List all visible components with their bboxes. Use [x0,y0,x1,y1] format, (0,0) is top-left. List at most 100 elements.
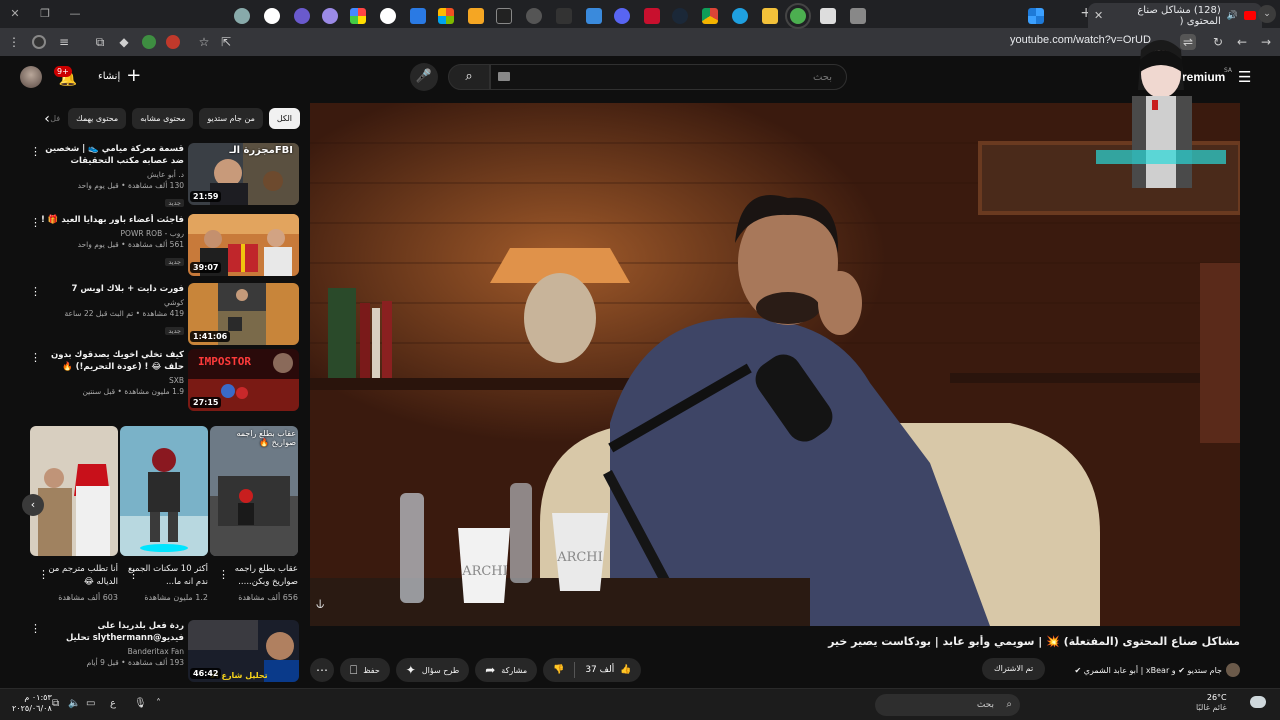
forward-arrow-icon[interactable]: ← [1234,34,1250,50]
close-window-icon[interactable]: ✕ [6,5,24,23]
taskbar-app-icon[interactable] [586,8,602,24]
chip-partial[interactable]: فل [48,108,62,129]
media-control-icon[interactable]: ≡ [56,34,72,50]
chip-for-you[interactable]: محتوى يهمك [68,108,127,129]
video-title[interactable]: فاجئت أعضاء باور بهدايا العيد 🎁 ! [40,214,184,226]
browser-tab-youtube[interactable]: 🔊 (128) مشاكل صناع المحتوى ( ✕ [1088,3,1262,28]
channel-avatar[interactable] [1226,663,1240,677]
mic-tray-icon[interactable]: 🎙 [134,698,147,709]
taskbar-app-icon[interactable] [294,8,310,24]
like-button[interactable]: 37 ألف 👍 [575,658,641,682]
subscribed-button[interactable]: تم الاشتراك [982,658,1046,680]
weather-widget[interactable]: 26°C غائم غالبًا [1196,693,1227,713]
more-options-icon[interactable]: ⋮ [218,568,229,581]
restore-window-icon[interactable]: ❐ [36,5,54,23]
short-thumbnail[interactable]: عقاب بطلع راجمه صواريخ 🔥 [210,426,298,556]
user-avatar[interactable] [20,66,42,88]
more-options-icon[interactable]: ⋮ [30,285,41,298]
taskbar-app-icon[interactable] [526,8,542,24]
video-thumbnail[interactable]: IMPOSTOR 27:15 [188,349,299,411]
video-title[interactable]: قسمة معركة ميامي 👟 | شخصين ضد عصابه مكتب… [40,143,184,167]
channel-name[interactable]: Banderitax Fan [40,647,184,656]
taskbar-epic-games-icon[interactable] [496,8,512,24]
taskbar-taskview-icon[interactable] [850,8,866,24]
channel-name[interactable]: روب - POWR ROB [40,229,184,238]
video-title[interactable]: كيف تخلي اخويك يصدقوك بدون حلف 😂 ! (عودة… [40,349,184,373]
search-input[interactable] [491,65,846,90]
recommendation-item[interactable]: 39:07 ⋮ فاجئت أعضاء باور بهدايا العيد 🎁 … [14,214,304,280]
search-button[interactable]: ⌕ [448,64,490,90]
more-options-icon[interactable]: ⋮ [30,216,41,229]
extension-icon[interactable] [32,35,46,49]
voice-search-mic-icon[interactable]: 🎤 [410,63,438,91]
create-button[interactable]: إنشاء + [98,67,141,85]
ask-button[interactable]: ✦ طرح سؤال [395,658,470,682]
more-options-icon[interactable]: ⋮ [30,622,41,635]
video-thumbnail[interactable]: تحليل شارع الا 46:42 [188,620,299,682]
channel-name[interactable]: SXB [40,376,184,385]
chip-from-channel[interactable]: من جام ستديو [199,108,263,129]
taskbar-store-icon[interactable] [820,8,836,24]
video-thumbnail[interactable]: 39:07 [188,214,299,276]
taskbar-edge-icon[interactable] [732,8,748,24]
tab-search-icon[interactable]: ⌄ [1258,5,1276,23]
browser-menu-icon[interactable]: ⋮ [6,34,22,50]
more-options-icon[interactable]: ⋮ [128,568,139,581]
taskbar-app-icon[interactable] [322,8,338,24]
extension-diamond-icon[interactable]: ◆ [116,34,132,50]
language-indicator[interactable]: ع [110,698,116,709]
guide-menu-icon[interactable]: ☰ [1238,68,1251,86]
chip-related[interactable]: محتوى مشابه [132,108,194,129]
shorts-prev-arrow-icon[interactable]: ‹ [22,494,44,516]
channel-name[interactable]: د. أبو عايش [40,170,184,179]
battery-icon[interactable]: ▭ [86,698,95,709]
video-title[interactable]: ردة فعل بلدريدا على فيديو@slythermann تح… [40,620,184,644]
tray-expand-icon[interactable]: ˄ [156,698,161,709]
taskbar-office-icon[interactable] [438,8,454,24]
taskbar-chrome-icon[interactable] [702,8,718,24]
keyboard-icon[interactable] [498,72,510,81]
extension-green-icon[interactable] [142,35,156,49]
chip-all[interactable]: الكل [268,108,300,129]
taskbar-app-icon[interactable] [350,8,366,24]
recommendation-item[interactable]: مجزرة الـFBI 21:59 ⋮ قسمة معركة ميامي 👟 … [14,143,304,209]
bookmark-star-icon[interactable]: ☆ [196,34,212,50]
taskbar-settings-icon[interactable] [234,8,250,24]
taskbar-search-box[interactable]: ⌕ بحث [875,694,1020,716]
more-actions-button[interactable]: ⋯ [310,658,334,682]
windows-start-icon[interactable] [1028,8,1044,24]
taskbar-app-icon[interactable] [380,8,396,24]
taskbar-chrome-active-icon[interactable] [785,3,811,29]
speaker-icon[interactable]: 🔊 [1227,11,1238,21]
more-options-icon[interactable]: ⋮ [30,145,41,158]
save-button[interactable]: ⎕ حفظ [340,658,390,682]
share-button[interactable]: ➦ مشاركة [475,658,538,682]
more-options-icon[interactable]: ⋮ [30,351,41,364]
video-title[interactable]: فورت دايت + بلاك اوبس 7 [40,283,184,295]
network-icon[interactable]: ⧉ [52,698,59,709]
taskbar-obs-icon[interactable] [264,8,280,24]
extension-red-icon[interactable] [166,35,180,49]
taskbar-discord-icon[interactable] [614,8,630,24]
video-thumbnail[interactable]: 1:41:06 [188,283,299,345]
recommendation-item[interactable]: 1:41:06 ⋮ فورت دايت + بلاك اوبس 7 كوشي 4… [14,283,304,349]
channel-names[interactable]: جام ستديو ✔ و xBear | أبو عابد الشمري ✔ [1074,666,1222,675]
recommendation-item[interactable]: IMPOSTOR 27:15 ⋮ كيف تخلي اخويك يصدقوك ب… [14,349,304,415]
short-thumbnail[interactable] [120,426,208,556]
tab-close-icon[interactable]: ✕ [1094,9,1103,22]
taskbar-app-icon[interactable] [556,8,572,24]
taskbar-app-icon[interactable] [410,8,426,24]
video-thumbnail[interactable]: مجزرة الـFBI 21:59 [188,143,299,205]
taskbar-app-icon[interactable] [644,8,660,24]
channel-name[interactable]: كوشي [40,298,184,307]
more-options-icon[interactable]: ⋮ [38,568,49,581]
minimize-window-icon[interactable]: — [66,5,84,23]
taskbar-steam-icon[interactable] [672,8,688,24]
taskbar-explorer-icon[interactable] [762,8,778,24]
extensions-puzzle-icon[interactable]: ⧉ [92,34,108,50]
system-clock[interactable]: ٠١:٥٣ م ٢٠٢٥/٠٦/٠٨ [12,692,52,714]
back-arrow-icon[interactable]: → [1258,34,1274,50]
short-thumbnail[interactable] [30,426,118,556]
taskbar-app-icon[interactable] [468,8,484,24]
recommendation-item[interactable]: تحليل شارع الا 46:42 ⋮ ردة فعل بلدريدا ع… [14,620,304,686]
